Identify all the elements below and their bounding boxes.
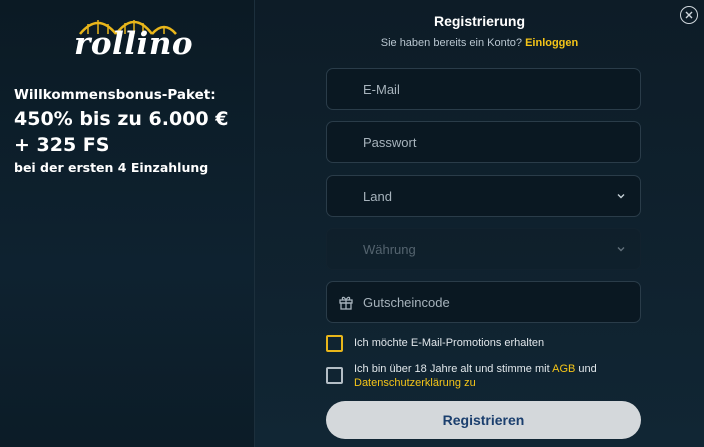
form-title: Registrierung	[433, 13, 525, 29]
bonus-free-spins: + 325 FS	[14, 134, 110, 156]
promo-panel: rollino Willkommensbonus-Paket: 450% bis…	[0, 0, 255, 447]
agb-link[interactable]: AGB	[552, 363, 575, 375]
logo-text: rollino	[74, 26, 194, 62]
gift-icon	[339, 296, 353, 310]
terms-consent-row: Ich bin über 18 Jahre alt und stimme mit…	[326, 362, 634, 390]
privacy-link[interactable]: Datenschutzerklärung	[354, 377, 461, 389]
chevron-down-icon	[617, 247, 625, 252]
email-input[interactable]	[327, 69, 640, 109]
currency-select: Währung	[326, 228, 641, 270]
logo: rollino	[70, 12, 193, 62]
terms-text-3: zu	[461, 377, 476, 389]
bonus-title: Willkommensbonus-Paket:	[14, 87, 216, 103]
coupon-field[interactable]	[326, 281, 641, 323]
password-input[interactable]	[327, 122, 640, 162]
country-select-label: Land	[363, 188, 392, 204]
login-prompt: Sie haben bereits ein Konto? Einloggen	[255, 37, 704, 49]
password-field[interactable]	[326, 121, 641, 163]
country-select[interactable]: Land	[326, 175, 641, 217]
register-button[interactable]: Registrieren	[326, 401, 641, 439]
bonus-condition: bei der ersten 4 Einzahlung	[14, 160, 209, 175]
login-prompt-text: Sie haben bereits ein Konto?	[380, 37, 523, 49]
promo-consent-row: Ich möchte E-Mail-Promotions erhalten	[326, 335, 544, 352]
terms-text-1: Ich bin über 18 Jahre alt und stimme mit	[354, 363, 553, 375]
terms-checkbox[interactable]	[326, 367, 343, 384]
registration-panel: Registrierung Sie haben bereits ein Kont…	[255, 0, 704, 447]
terms-consent-label: Ich bin über 18 Jahre alt und stimme mit…	[354, 362, 634, 390]
login-link[interactable]: Einloggen	[525, 37, 578, 49]
promo-consent-label: Ich möchte E-Mail-Promotions erhalten	[354, 337, 545, 349]
currency-select-label: Währung	[363, 241, 416, 257]
chevron-down-icon	[617, 194, 625, 199]
welcome-bonus: Willkommensbonus-Paket: 450% bis zu 6.00…	[14, 86, 249, 176]
terms-text-2: und	[575, 363, 597, 375]
coupon-input[interactable]	[327, 282, 640, 322]
promo-checkbox[interactable]	[326, 335, 343, 352]
email-field[interactable]	[326, 68, 641, 110]
bonus-amount: 450% bis zu 6.000 €	[14, 108, 229, 130]
